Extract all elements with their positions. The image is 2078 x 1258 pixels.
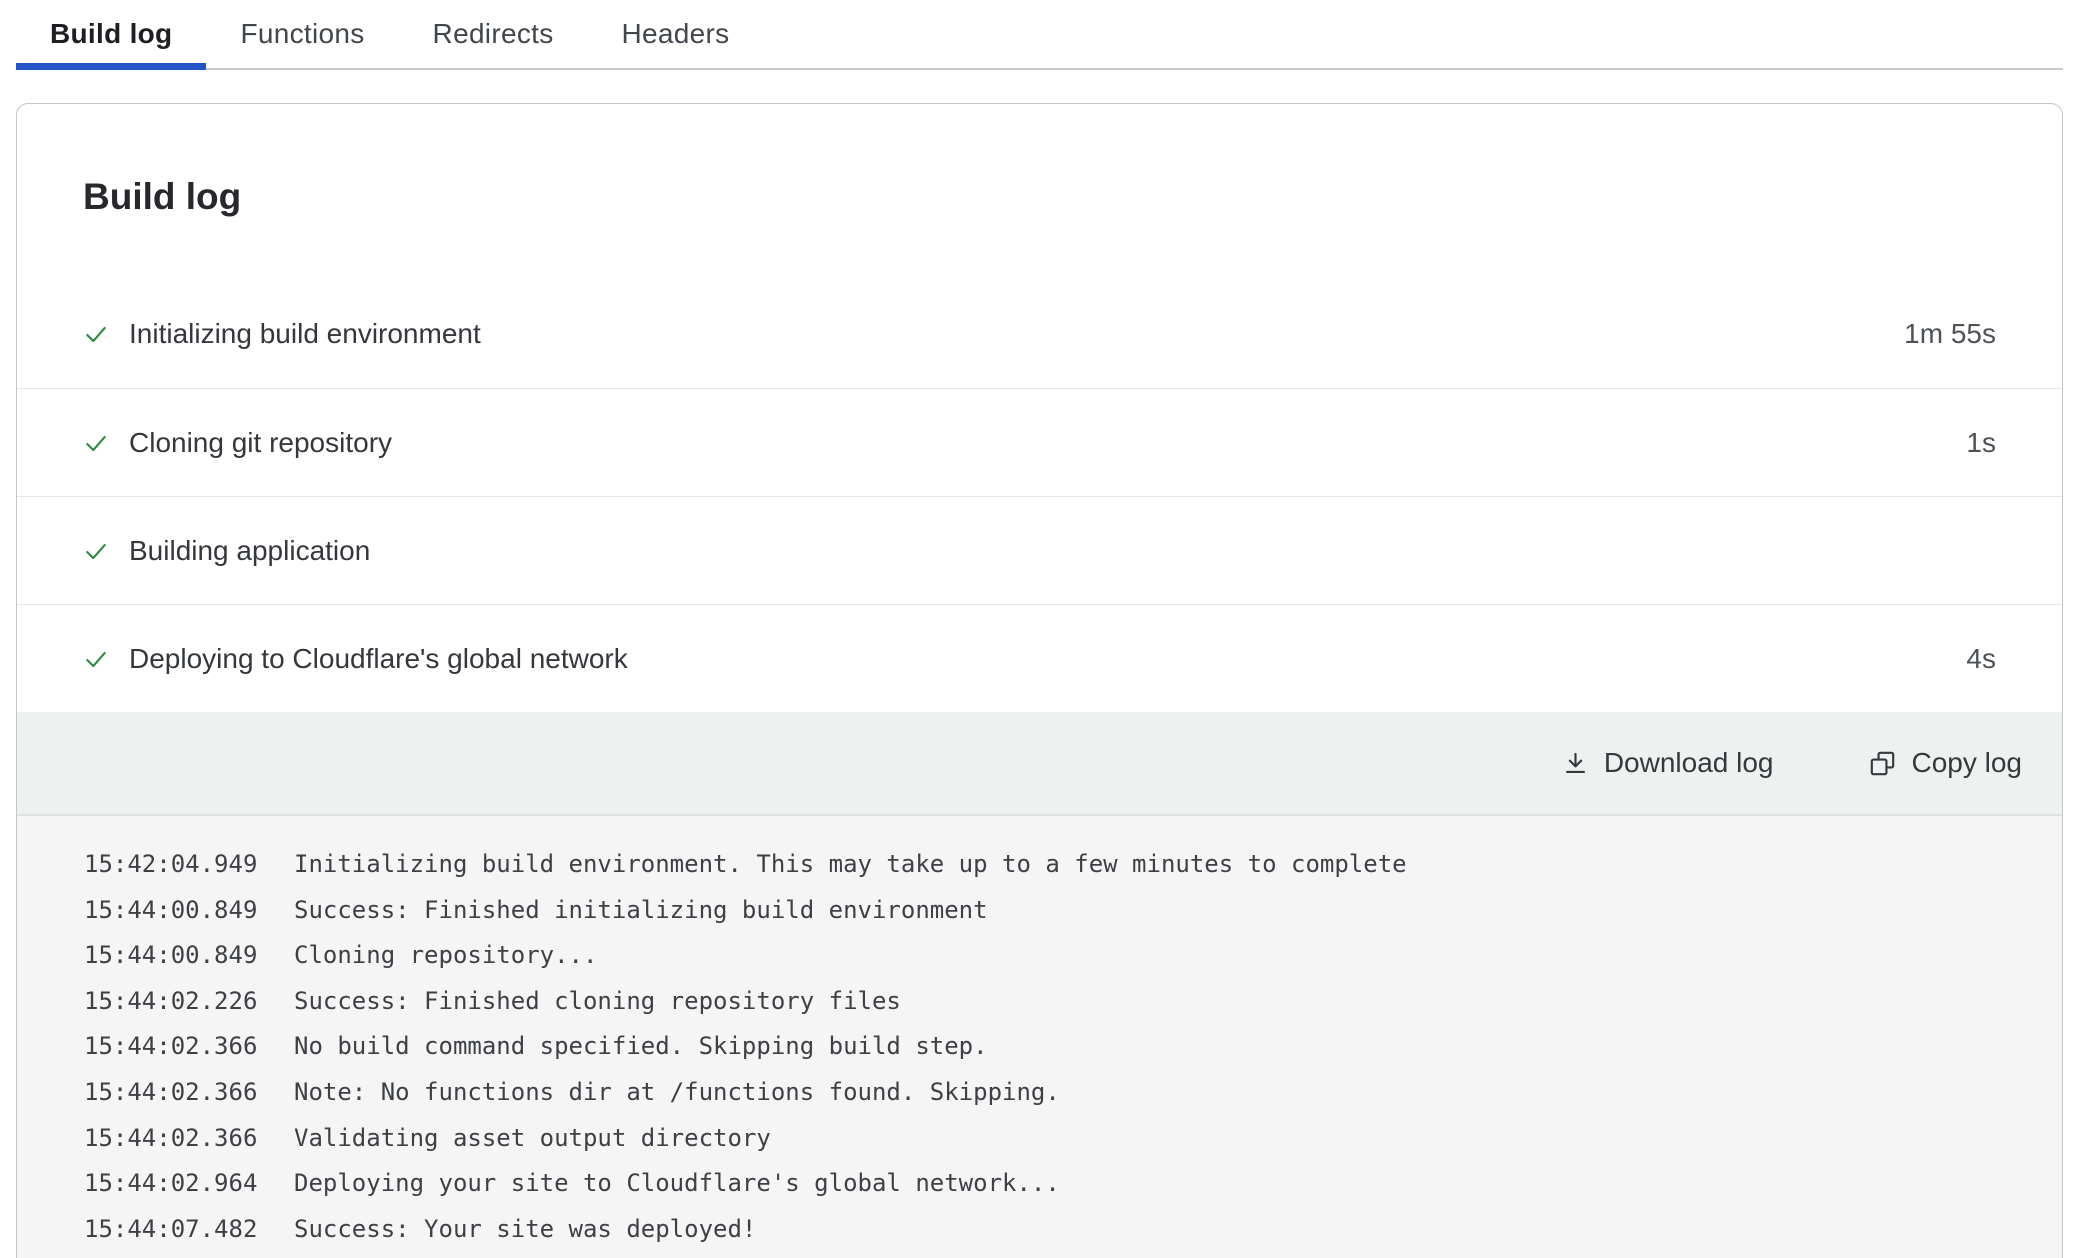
download-icon	[1562, 750, 1589, 777]
tab-functions[interactable]: Functions	[206, 0, 398, 68]
log-message: Deploying your site to Cloudflare's glob…	[294, 1169, 1060, 1197]
card-header: Build log	[17, 104, 2062, 280]
build-step-row[interactable]: Deploying to Cloudflare's global network…	[17, 604, 2062, 712]
build-step-row[interactable]: Cloning git repository 1s	[17, 388, 2062, 496]
log-message: Validating asset output directory	[294, 1124, 771, 1152]
success-check-icon	[83, 646, 109, 672]
tab-bar: Build log Functions Redirects Headers	[16, 0, 2063, 70]
log-timestamp: 15:44:00.849	[84, 933, 257, 979]
copy-log-button[interactable]: Copy log	[1869, 747, 2022, 779]
tab-build-log[interactable]: Build log	[16, 0, 206, 68]
log-timestamp: 15:42:04.949	[84, 842, 257, 888]
log-message: Success: Finished initializing build env…	[294, 896, 988, 924]
build-step-row[interactable]: Building application	[17, 496, 2062, 604]
tab-headers[interactable]: Headers	[588, 0, 764, 68]
tab-label: Functions	[240, 18, 364, 50]
log-line: 15:44:02.964 Deploying your site to Cloud…	[84, 1161, 2022, 1207]
copy-icon	[1869, 750, 1896, 777]
tab-label: Build log	[50, 18, 172, 50]
log-line: 15:44:02.366 Validating asset output dire…	[84, 1116, 2022, 1162]
log-line: 15:44:02.226 Success: Finished cloning re…	[84, 979, 2022, 1025]
build-step-duration: 1s	[1966, 427, 1996, 459]
success-check-icon	[83, 321, 109, 347]
copy-log-label: Copy log	[1911, 747, 2022, 779]
success-check-icon	[83, 430, 109, 456]
tab-label: Headers	[622, 18, 730, 50]
log-timestamp: 15:44:02.366	[84, 1116, 257, 1162]
log-message: Success: Your site was deployed!	[294, 1215, 756, 1243]
log-line: 15:42:04.949 Initializing build environme…	[84, 842, 2022, 888]
log-timestamp: 15:44:02.964	[84, 1161, 257, 1207]
log-line: 15:44:07.482 Success: Your site was deplo…	[84, 1207, 2022, 1253]
build-step-label: Initializing build environment	[129, 318, 1904, 350]
log-line: 15:44:00.849 Success: Finished initializi…	[84, 888, 2022, 934]
log-message: Initializing build environment. This may…	[294, 850, 1407, 878]
log-timestamp: 15:44:07.482	[84, 1207, 257, 1253]
log-timestamp: 15:44:02.366	[84, 1070, 257, 1116]
download-log-button[interactable]: Download log	[1562, 747, 1774, 779]
log-line: 15:44:02.366 No build command specified. …	[84, 1024, 2022, 1070]
success-check-icon	[83, 538, 109, 564]
build-step-duration: 4s	[1966, 643, 1996, 675]
build-log-card: Build log Initializing build environment…	[16, 103, 2063, 1258]
tab-label: Redirects	[433, 18, 554, 50]
log-timestamp: 15:44:00.849	[84, 888, 257, 934]
log-message: Cloning repository...	[294, 941, 597, 969]
log-line: 15:44:00.849 Cloning repository...	[84, 933, 2022, 979]
log-message: Note: No functions dir at /functions fou…	[294, 1078, 1060, 1106]
download-log-label: Download log	[1604, 747, 1774, 779]
build-step-label: Deploying to Cloudflare's global network	[129, 643, 1966, 675]
build-steps-list: Initializing build environment 1m 55s Cl…	[17, 280, 2062, 712]
log-viewer[interactable]: 15:42:04.949 Initializing build environme…	[17, 816, 2062, 1258]
page-title: Build log	[83, 176, 1996, 218]
log-line: 15:44:02.366 Note: No functions dir at /f…	[84, 1070, 2022, 1116]
tab-redirects[interactable]: Redirects	[399, 0, 588, 68]
log-timestamp: 15:44:02.366	[84, 1024, 257, 1070]
log-message: No build command specified. Skipping bui…	[294, 1032, 988, 1060]
build-step-label: Building application	[129, 535, 1996, 567]
build-step-duration: 1m 55s	[1904, 318, 1996, 350]
build-step-label: Cloning git repository	[129, 427, 1966, 459]
log-message: Success: Finished cloning repository fil…	[294, 987, 901, 1015]
build-step-row[interactable]: Initializing build environment 1m 55s	[17, 280, 2062, 388]
log-timestamp: 15:44:02.226	[84, 979, 257, 1025]
log-toolbar: Download log Copy log	[17, 712, 2062, 816]
